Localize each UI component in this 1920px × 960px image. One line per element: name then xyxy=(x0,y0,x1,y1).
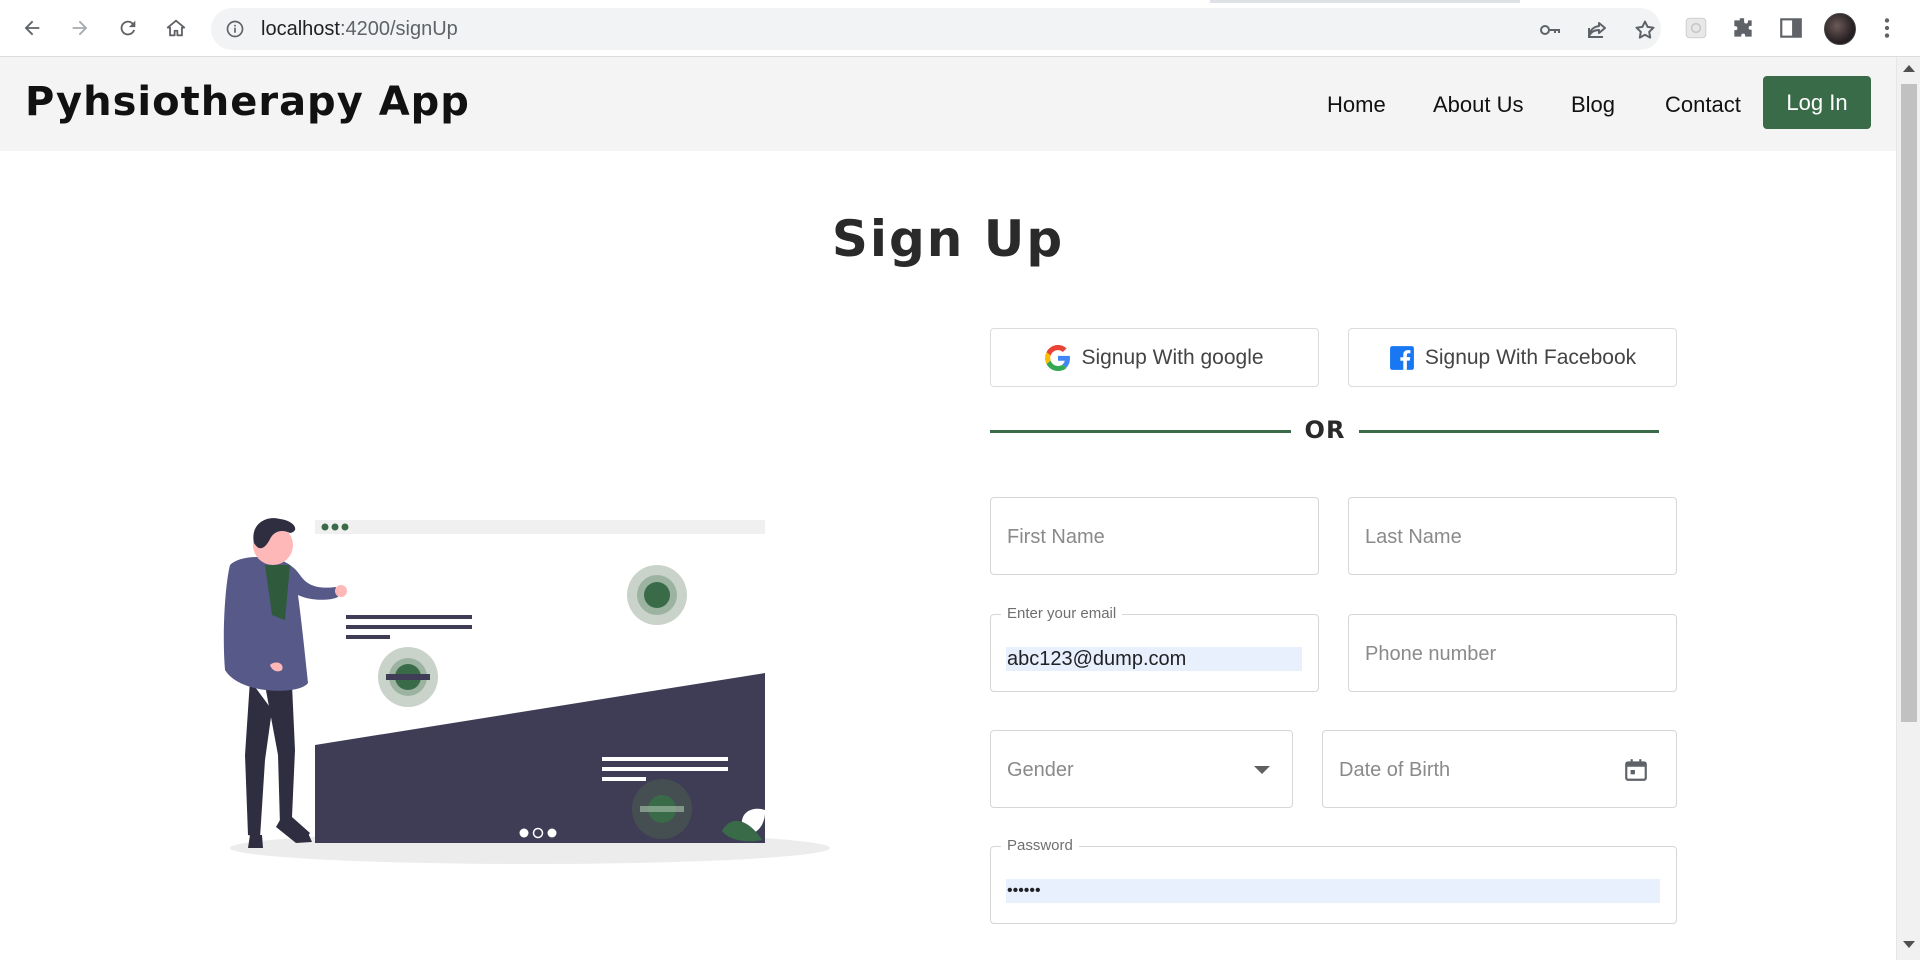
google-button-label: Signup With google xyxy=(1081,345,1264,369)
last-name-placeholder: Last Name xyxy=(1365,526,1462,548)
divider-right xyxy=(1359,430,1659,433)
password-field[interactable]: Password •••••• xyxy=(990,837,1677,924)
reload-icon xyxy=(120,20,136,36)
scrollbar-thumb[interactable] xyxy=(1901,84,1917,722)
forward-button[interactable] xyxy=(63,11,97,45)
phone-field[interactable]: Phone number xyxy=(1348,614,1677,692)
scroll-up-arrow-icon[interactable] xyxy=(1903,65,1915,72)
reload-button[interactable] xyxy=(111,11,145,45)
google-logo-icon xyxy=(1045,344,1071,371)
phone-placeholder: Phone number xyxy=(1365,643,1497,665)
signup-google-button[interactable]: Signup With google xyxy=(990,328,1319,387)
browser-toolbar: localhost:4200/signUp xyxy=(0,0,1920,57)
brand-logo-text[interactable]: Pyhsiotherapy App xyxy=(25,79,470,125)
url-path: :4200/signUp xyxy=(339,18,458,40)
date-of-birth-placeholder: Date of Birth xyxy=(1339,759,1451,781)
scroll-down-arrow-icon[interactable] xyxy=(1903,941,1915,948)
arrow-left-icon xyxy=(24,20,40,36)
side-panel-icon[interactable] xyxy=(1778,15,1804,41)
tab-edge xyxy=(1520,0,1920,3)
site-header: Pyhsiotherapy App Home About Us Blog Con… xyxy=(0,57,1896,151)
password-value[interactable]: •••••• xyxy=(1006,879,1660,903)
facebook-button-label: Signup With Facebook xyxy=(1424,345,1637,369)
login-button[interactable]: Log In xyxy=(1763,76,1871,129)
gender-select[interactable]: Gender xyxy=(990,730,1293,808)
facebook-logo-icon xyxy=(1389,345,1414,370)
tab-strip xyxy=(0,0,1920,3)
signup-facebook-button[interactable]: Signup With Facebook xyxy=(1348,328,1677,387)
password-label: Password xyxy=(1001,837,1079,854)
extension-icon[interactable] xyxy=(1683,15,1709,41)
active-tab-edge xyxy=(0,0,1210,3)
arrow-right-icon xyxy=(72,20,88,36)
browser-bar-shape xyxy=(315,520,765,534)
nav-home[interactable]: Home xyxy=(1327,92,1386,118)
page-title: Sign Up xyxy=(831,210,1065,268)
email-value[interactable]: abc123@dump.com xyxy=(1006,647,1302,671)
star-icon[interactable] xyxy=(1633,18,1657,42)
address-bar[interactable]: localhost:4200/signUp xyxy=(211,8,1661,50)
email-label: Enter your email xyxy=(1001,605,1123,622)
calendar-icon[interactable] xyxy=(1623,757,1649,783)
url-text[interactable]: localhost:4200/signUp xyxy=(261,19,458,39)
gender-placeholder: Gender xyxy=(1007,759,1074,781)
url-host: localhost xyxy=(261,18,340,40)
signup-illustration xyxy=(223,518,830,864)
profile-avatar[interactable] xyxy=(1824,13,1856,45)
back-button[interactable] xyxy=(15,11,49,45)
first-name-field[interactable]: First Name xyxy=(990,497,1319,575)
page-scrollbar[interactable] xyxy=(1896,57,1920,960)
nav-contact[interactable]: Contact xyxy=(1665,92,1741,118)
email-field[interactable]: Enter your email abc123@dump.com xyxy=(990,605,1319,692)
chevron-down-icon[interactable] xyxy=(1254,766,1270,774)
nav-blog[interactable]: Blog xyxy=(1571,92,1615,118)
share-icon[interactable] xyxy=(1585,18,1609,42)
puzzle-icon[interactable] xyxy=(1730,15,1756,41)
home-button[interactable] xyxy=(159,11,193,45)
home-icon xyxy=(166,19,186,37)
info-icon[interactable] xyxy=(225,19,245,39)
key-icon[interactable] xyxy=(1538,18,1562,42)
or-divider-text: OR xyxy=(1304,416,1346,444)
kebab-menu-icon[interactable] xyxy=(1874,15,1900,41)
nav-about-us[interactable]: About Us xyxy=(1433,92,1524,118)
last-name-field[interactable]: Last Name xyxy=(1348,497,1677,575)
first-name-placeholder: First Name xyxy=(1007,526,1105,548)
date-of-birth-field[interactable]: Date of Birth xyxy=(1322,730,1677,808)
divider-left xyxy=(990,430,1291,433)
